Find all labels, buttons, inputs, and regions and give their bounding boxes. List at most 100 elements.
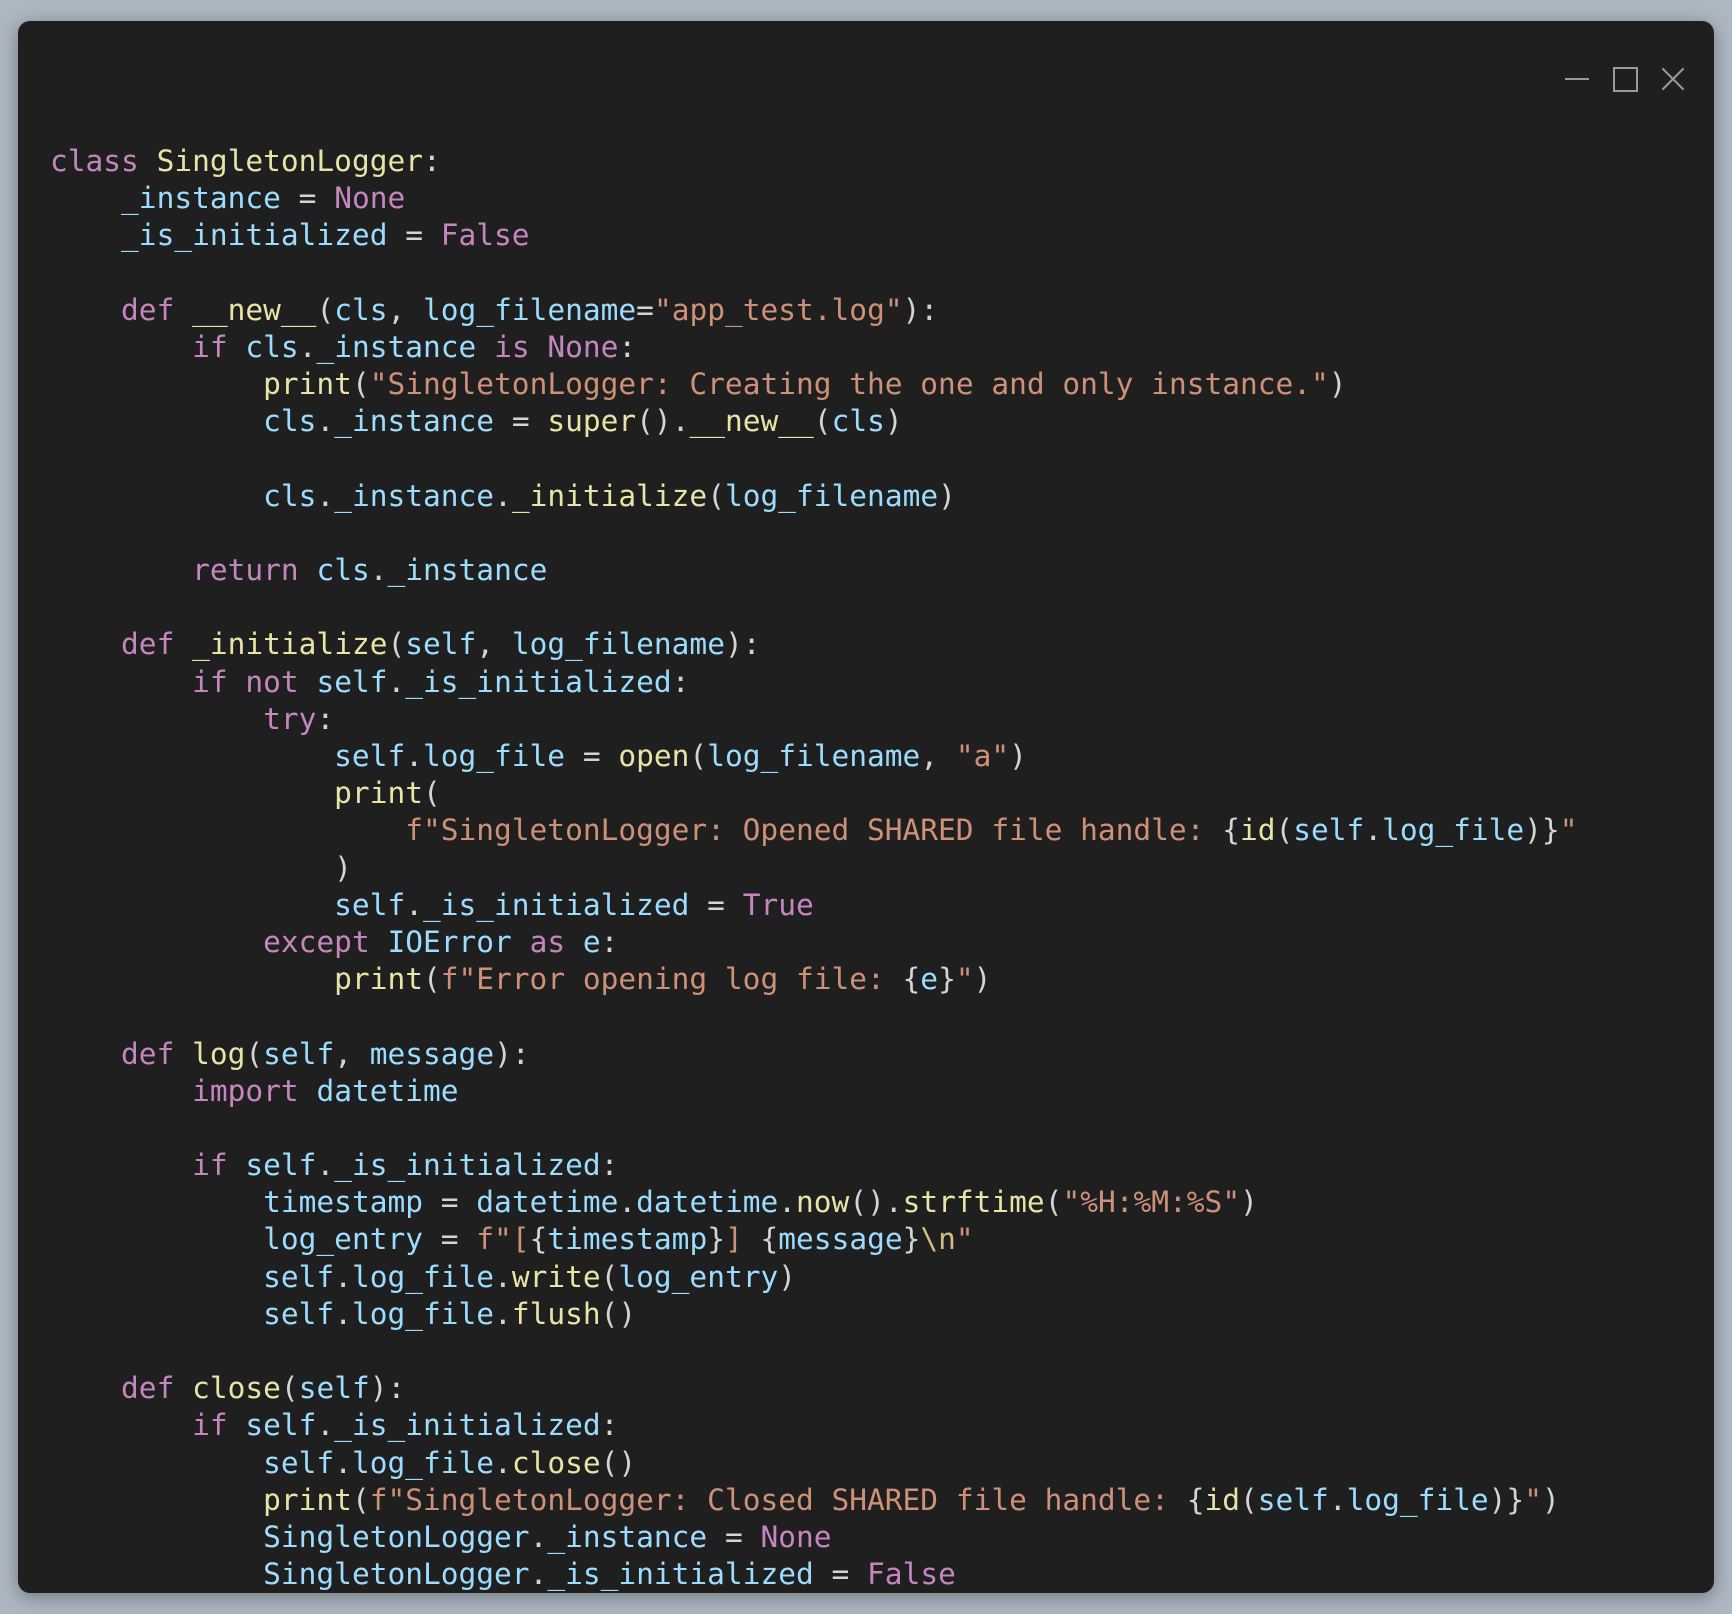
code-token-str: "	[1524, 1482, 1542, 1517]
code-token-op: (	[280, 1371, 299, 1406]
code-token-op: (	[1044, 1185, 1063, 1220]
code-token-op	[174, 1037, 192, 1071]
code-token-op: =	[423, 1222, 477, 1257]
code-token-str: "	[955, 1222, 974, 1257]
code-token-cls: SingletonLogger	[156, 144, 423, 178]
code-token-kw: if	[192, 1148, 228, 1183]
code-token-var: _is_initialized	[422, 887, 690, 922]
code-token-op: {	[760, 1222, 779, 1257]
code-token-var: cls	[263, 404, 317, 439]
code-token-op: .	[316, 1148, 335, 1183]
minimize-icon[interactable]	[1564, 66, 1590, 92]
code-token-op: {	[902, 962, 921, 997]
code-token-var: cls	[263, 478, 317, 513]
code-token-op	[299, 665, 317, 699]
code-token-op	[50, 330, 192, 364]
code-token-var: log_entry	[618, 1259, 779, 1294]
code-token-kw: return	[192, 553, 299, 588]
code-token-var: SingletonLogger	[263, 1519, 530, 1554]
code-token-var: log_file	[1382, 813, 1525, 848]
code-window: class SingletonLogger: _instance = None …	[18, 21, 1714, 1593]
code-token-var: message	[369, 1036, 495, 1071]
code-token-op	[50, 1520, 263, 1554]
code-token-op	[174, 627, 192, 661]
code-token-var: log_filename	[511, 627, 725, 662]
code-token-str: "	[1559, 813, 1578, 848]
code-token-op: .	[494, 1296, 512, 1331]
code-line: if self._is_initialized:	[50, 1407, 1577, 1444]
code-line: print(f"SingletonLogger: Closed SHARED f…	[50, 1482, 1577, 1519]
code-token-op	[174, 293, 192, 327]
code-token-op: )	[50, 850, 352, 885]
code-token-op	[476, 330, 494, 364]
code-token-fn: __new__	[192, 292, 317, 327]
code-token-fn: _initialize	[192, 627, 388, 662]
code-token-fn: close	[511, 1445, 601, 1480]
code-token-op: .	[316, 404, 335, 439]
code-token-var: _instance	[121, 181, 281, 216]
code-token-op: )	[938, 478, 956, 513]
code-token-op	[228, 1408, 246, 1442]
code-token-str: "%H:%M:%S"	[1062, 1185, 1241, 1220]
code-token-op	[50, 1260, 263, 1294]
code-token-kw: False	[867, 1557, 956, 1592]
code-token-var: cls	[245, 329, 299, 364]
code-token-op: )	[1328, 367, 1347, 402]
close-icon[interactable]	[1660, 66, 1686, 92]
code-token-fn: close	[192, 1371, 281, 1406]
code-token-kw: False	[440, 218, 530, 253]
code-token-var: log_file	[351, 1296, 495, 1331]
code-token-op: )	[1009, 739, 1027, 773]
code-token-op: .	[1364, 813, 1383, 848]
code-token-op: (	[351, 367, 370, 402]
code-token-op	[50, 962, 334, 996]
code-token-var: self	[334, 887, 406, 922]
code-token-var: message	[778, 1222, 903, 1257]
code-token-kw: try	[263, 701, 317, 736]
code-token-fn: id	[1204, 1482, 1240, 1517]
code-token-op: .	[618, 1185, 637, 1220]
code-token-op	[50, 1483, 263, 1517]
code-token-var: _instance	[334, 404, 495, 439]
code-token-op: (	[316, 292, 335, 327]
code-token-op: )	[973, 962, 992, 997]
code-token-op: )	[1240, 1185, 1258, 1220]
code-line: print(f"Error opening log file: {e}")	[50, 961, 1577, 998]
code-token-str: "SingletonLogger: Creating the one and o…	[369, 367, 1329, 402]
code-token-op: =	[280, 181, 335, 216]
code-token-op: =	[813, 1557, 868, 1592]
maximize-icon[interactable]	[1612, 66, 1638, 92]
code-token-var: _instance	[316, 329, 477, 364]
code-token-kw: is	[494, 329, 530, 364]
code-token-kw: True	[742, 887, 814, 922]
code-token-kw: None	[760, 1519, 832, 1554]
code-token-op	[228, 665, 246, 699]
code-token-op	[50, 739, 334, 773]
code-block[interactable]: class SingletonLogger: _instance = None …	[50, 143, 1577, 1593]
code-token-var: self	[405, 627, 477, 662]
code-token-var: timestamp	[263, 1185, 423, 1220]
code-token-var: _is_initialized	[405, 664, 672, 699]
code-token-op: :	[423, 144, 441, 178]
code-token-op: ):	[369, 1371, 406, 1406]
code-token-op	[139, 144, 157, 178]
code-token-var: log_file	[422, 739, 566, 773]
code-token-str: "	[955, 962, 974, 997]
code-token-var: log_file	[351, 1259, 495, 1294]
code-token-op: ()	[600, 1445, 637, 1480]
code-token-var: log_filename	[423, 292, 637, 327]
code-line: log_entry = f"[{timestamp}] {message}\n"	[50, 1221, 1577, 1258]
code-line: def close(self):	[50, 1370, 1577, 1407]
code-token-var: self	[316, 664, 388, 699]
code-token-kw: def	[121, 1036, 175, 1071]
code-token-op	[174, 1371, 192, 1405]
code-token-fn: print	[263, 367, 352, 402]
code-token-var: cls	[316, 553, 370, 588]
code-line: self.log_file = open(log_filename, "a")	[50, 738, 1577, 775]
code-token-op: .	[494, 1445, 512, 1480]
code-line: if not self._is_initialized:	[50, 664, 1577, 701]
